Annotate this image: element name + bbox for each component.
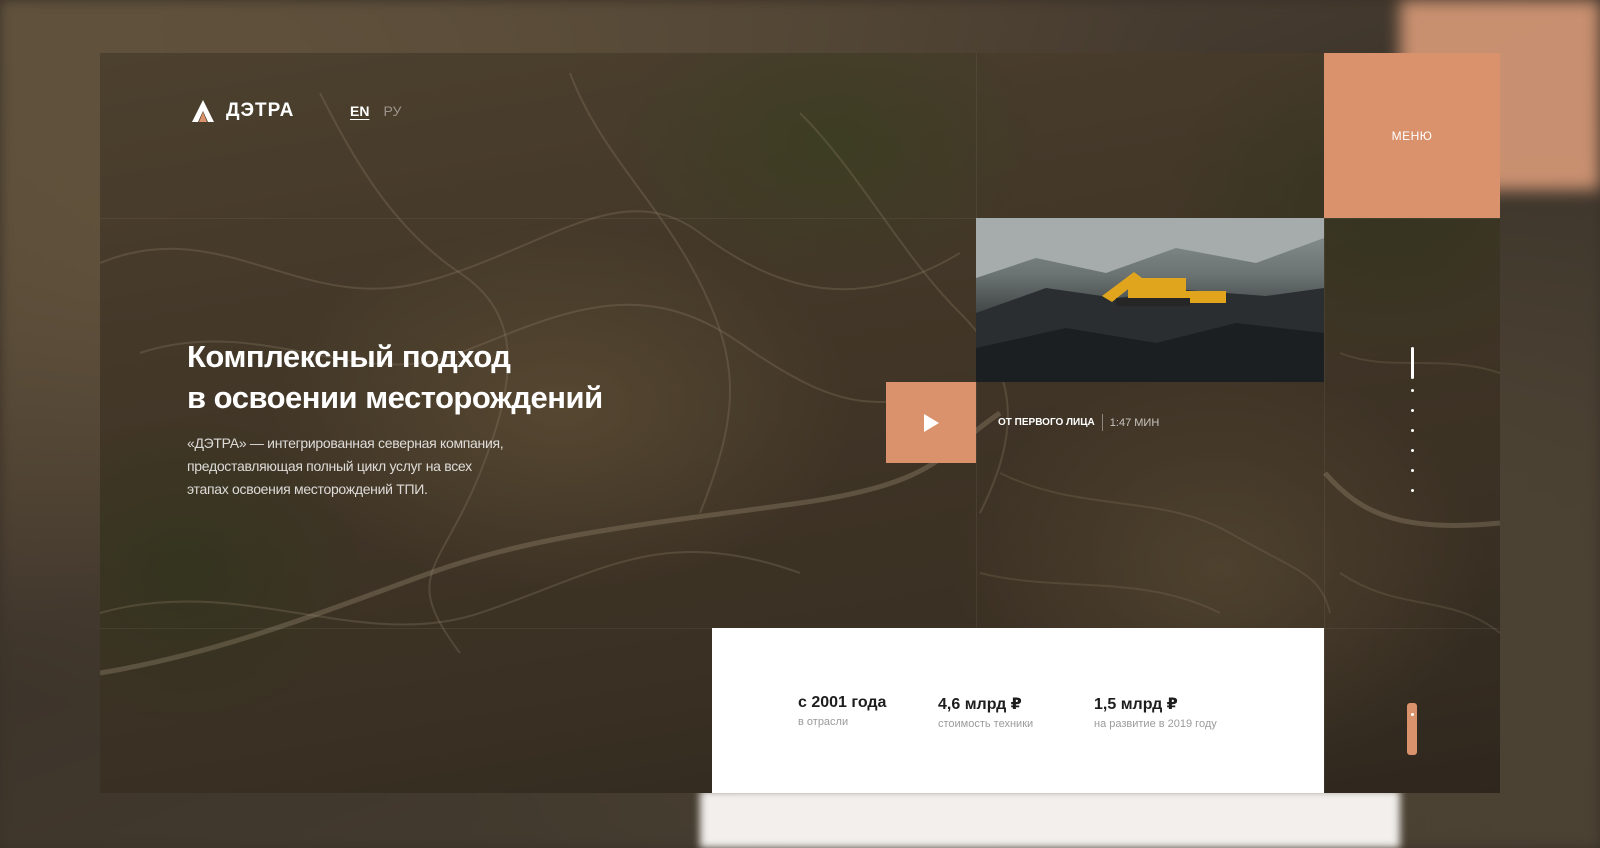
pager-dot[interactable] (1411, 389, 1414, 392)
scroll-indicator[interactable] (1407, 703, 1417, 755)
intro-line-1: «ДЭТРА» — интегрированная северная компа… (187, 435, 504, 451)
video-thumbnail[interactable] (976, 218, 1324, 382)
language-switcher: EN РУ (350, 103, 401, 119)
logo-icon (192, 100, 214, 122)
blurred-stats-echo (700, 790, 1400, 848)
video-duration: 1:47 МИН (1109, 416, 1160, 429)
intro-line-2: предоставляющая полный цикл услуг на все… (187, 458, 472, 474)
caption-divider (1101, 414, 1103, 431)
stat-item: 1,5 млрд ₽ на развитие в 2019 году (1094, 694, 1217, 730)
title-line-1: Комплексный подход (187, 339, 511, 374)
page-title: Комплексный подход в освоении месторожде… (187, 336, 603, 418)
stat-label: на развитие в 2019 году (1094, 718, 1217, 730)
pager-active-indicator[interactable] (1411, 347, 1414, 379)
scroll-dot (1410, 713, 1414, 716)
stat-label: стоимость техники (938, 718, 1034, 730)
intro-text: «ДЭТРА» — интегрированная северная компа… (187, 432, 547, 501)
play-icon (924, 413, 939, 432)
hero-frame: ДЭТРА EN РУ МЕНЮ Комплексный подход в ос… (100, 53, 1500, 793)
video-caption: ОТ ПЕРВОГО ЛИЦА 1:47 МИН (998, 414, 1159, 431)
stats-panel: с 2001 года в отрасли 4,6 млрд ₽ стоимос… (712, 628, 1324, 793)
play-button[interactable] (886, 382, 976, 463)
pager-dot[interactable] (1411, 429, 1414, 432)
logo[interactable]: ДЭТРА (190, 98, 294, 124)
excavator-image (976, 218, 1324, 382)
stat-item: с 2001 года в отрасли (798, 694, 886, 728)
pager-dot[interactable] (1411, 449, 1414, 452)
intro-line-3: этапах освоения месторождений ТПИ. (187, 481, 428, 497)
stat-value: с 2001 года (798, 694, 887, 711)
stat-item: 4,6 млрд ₽ стоимость техники (938, 694, 1033, 730)
lang-ru-link[interactable]: РУ (383, 103, 401, 119)
menu-button[interactable]: МЕНЮ (1324, 53, 1500, 218)
pager-dot[interactable] (1411, 489, 1414, 492)
stat-label: в отрасли (798, 716, 849, 728)
stat-value: 1,5 млрд ₽ (1094, 696, 1178, 713)
video-title: ОТ ПЕРВОГО ЛИЦА (998, 417, 1095, 428)
lang-en-link[interactable]: EN (350, 103, 369, 119)
title-line-2: в освоении месторождений (187, 380, 603, 415)
pager-dot[interactable] (1411, 469, 1414, 472)
pager-dot[interactable] (1411, 409, 1414, 412)
stat-value: 4,6 млрд ₽ (938, 696, 1022, 713)
logo-text: ДЭТРА (226, 100, 295, 121)
slide-pager (1411, 347, 1415, 509)
